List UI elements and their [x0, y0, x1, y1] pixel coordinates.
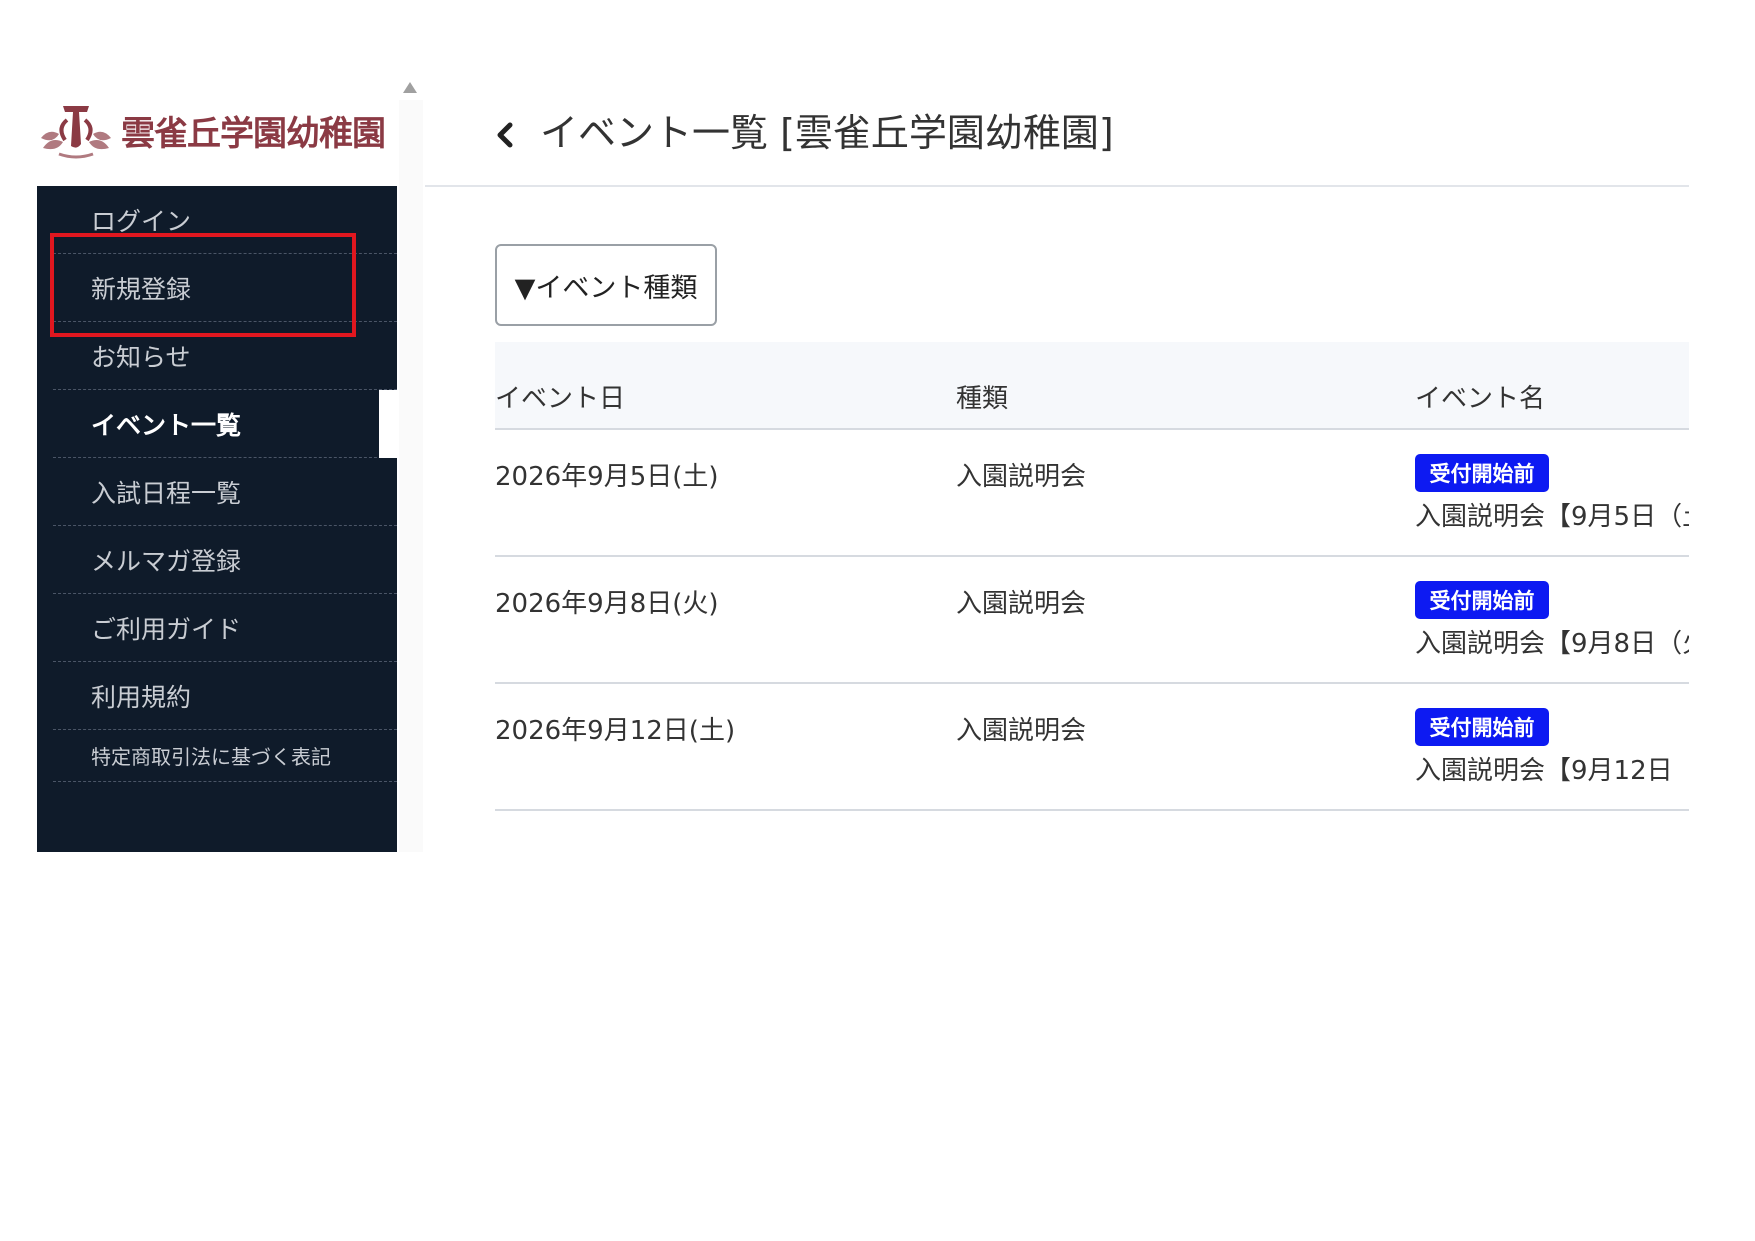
sidebar-item-event-list[interactable]: イベント一覧: [53, 390, 397, 458]
event-date: 2026年9月5日(土): [495, 462, 719, 492]
page-header: イベント一覧 [雲雀丘学園幼稚園]: [425, 72, 1689, 187]
sidebar-item-exam-schedule[interactable]: 入試日程一覧: [53, 458, 397, 526]
table-row[interactable]: 2026年9月12日(土) 入園説明会 受付開始前 入園説明会【9月12日（: [495, 684, 1689, 811]
school-emblem-icon: [41, 106, 111, 159]
main-content: イベント一覧 [雲雀丘学園幼稚園] ▼イベント種類 イベント日 種類 イベント名…: [425, 72, 1689, 852]
sidebar-item-label: ご利用ガイド: [91, 614, 242, 644]
table-row[interactable]: 2026年9月5日(土) 入園説明会 受付開始前 入園説明会【9月5日（土: [495, 430, 1689, 557]
event-date: 2026年9月12日(土): [495, 716, 736, 746]
app-window: 雲雀丘学園幼稚園 ログイン 新規登録 お知らせ イベント一覧 入試日程一覧 メル…: [0, 0, 1755, 1241]
sidebar-item-label: 入試日程一覧: [91, 478, 242, 508]
table-row[interactable]: 2026年9月8日(火) 入園説明会 受付開始前 入園説明会【9月8日（火: [495, 557, 1689, 684]
status-badge: 受付開始前: [1415, 708, 1549, 746]
sidebar-item-label: イベント一覧: [91, 410, 242, 440]
highlight-annotation: [50, 233, 356, 337]
sidebar-item-newsletter[interactable]: メルマガ登録: [53, 526, 397, 594]
table-header: イベント日 種類 イベント名: [495, 342, 1689, 430]
status-badge: 受付開始前: [1415, 454, 1549, 492]
event-name-link[interactable]: 入園説明会【9月5日（土: [1415, 496, 1689, 533]
sidebar-header: 雲雀丘学園幼稚園: [37, 72, 397, 186]
event-type: 入園説明会: [956, 716, 1087, 746]
event-type: 入園説明会: [956, 589, 1087, 619]
column-header-name: イベント名: [1415, 384, 1546, 414]
sidebar-item-terms[interactable]: 利用規約: [53, 662, 397, 730]
sidebar-scrollbar[interactable]: [399, 100, 423, 852]
status-badge: 受付開始前: [1415, 581, 1549, 619]
logo-text: 雲雀丘学園幼稚園: [121, 113, 386, 154]
page-title: イベント一覧 [雲雀丘学園幼稚園]: [540, 111, 1114, 155]
sidebar-item-guide[interactable]: ご利用ガイド: [53, 594, 397, 662]
sidebar-item-label: お知らせ: [91, 342, 191, 372]
sidebar-item-label: 特定商取引法に基づく表記: [91, 745, 331, 769]
event-type-filter-button[interactable]: ▼イベント種類: [495, 244, 717, 326]
sidebar-item-commerce-law[interactable]: 特定商取引法に基づく表記: [53, 730, 397, 782]
sidebar-item-label: メルマガ登録: [91, 546, 242, 576]
active-indicator: [379, 390, 397, 458]
event-date: 2026年9月8日(火): [495, 589, 719, 619]
school-logo[interactable]: 雲雀丘学園幼稚園: [37, 98, 386, 162]
column-header-type: 種類: [956, 384, 1009, 414]
sidebar: 雲雀丘学園幼稚園 ログイン 新規登録 お知らせ イベント一覧 入試日程一覧 メル…: [37, 72, 397, 852]
column-header-date: イベント日: [495, 384, 626, 414]
event-type: 入園説明会: [956, 462, 1087, 492]
chevron-left-icon[interactable]: [495, 120, 515, 150]
event-name-link[interactable]: 入園説明会【9月8日（火: [1415, 623, 1689, 660]
event-name-link[interactable]: 入園説明会【9月12日（: [1415, 750, 1689, 787]
scroll-up-arrow-icon[interactable]: [403, 82, 417, 93]
sidebar-item-label: 利用規約: [91, 682, 192, 712]
